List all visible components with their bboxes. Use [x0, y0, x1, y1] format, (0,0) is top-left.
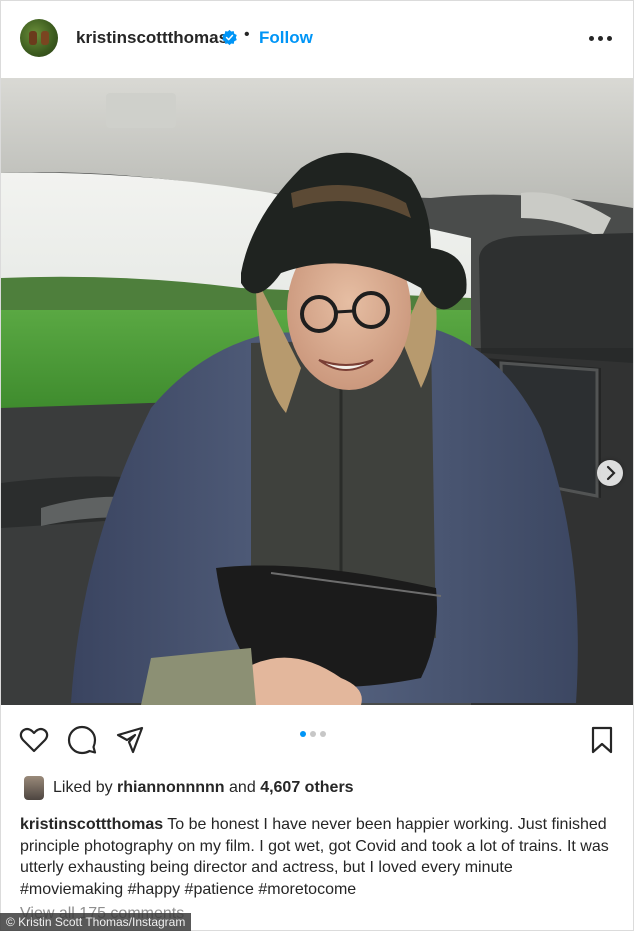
carousel-dot [320, 731, 326, 737]
liker-username[interactable]: rhiannonnnnn [117, 779, 225, 796]
carousel-dot [300, 731, 306, 737]
profile-avatar[interactable] [20, 19, 58, 57]
more-options-icon[interactable] [588, 26, 614, 50]
header-separator: • [244, 26, 250, 43]
carousel-next-button[interactable] [597, 460, 623, 486]
carousel-dot [310, 731, 316, 737]
likes-row: Liked by rhiannonnnnn and 4,607 others [24, 775, 624, 801]
likes-count[interactable]: 4,607 others [260, 779, 353, 796]
caption-username[interactable]: kristinscottthomas [20, 816, 163, 833]
post-header: kristinscottthomas • Follow [0, 0, 634, 78]
liker-avatar[interactable] [24, 776, 44, 800]
heart-icon[interactable] [19, 725, 49, 755]
photo-credit: © Kristin Scott Thomas/Instagram [0, 913, 192, 931]
photo-illustration [1, 78, 633, 705]
likes-connector: and [229, 779, 256, 796]
likes-text: Liked by rhiannonnnnn and 4,607 others [53, 779, 354, 797]
post-photo[interactable] [1, 78, 633, 705]
username-link[interactable]: kristinscottthomas [76, 28, 228, 48]
carousel-indicator [300, 724, 330, 737]
post-caption: kristinscottthomas To be honest I have n… [20, 814, 616, 900]
likes-prefix: Liked by [53, 779, 113, 796]
share-icon[interactable] [115, 725, 145, 755]
chevron-right-icon [606, 465, 616, 481]
follow-button[interactable]: Follow [259, 28, 313, 48]
comment-icon[interactable] [67, 725, 97, 755]
bookmark-icon[interactable] [587, 725, 617, 755]
action-bar [0, 715, 634, 765]
verified-badge-icon [222, 29, 237, 46]
